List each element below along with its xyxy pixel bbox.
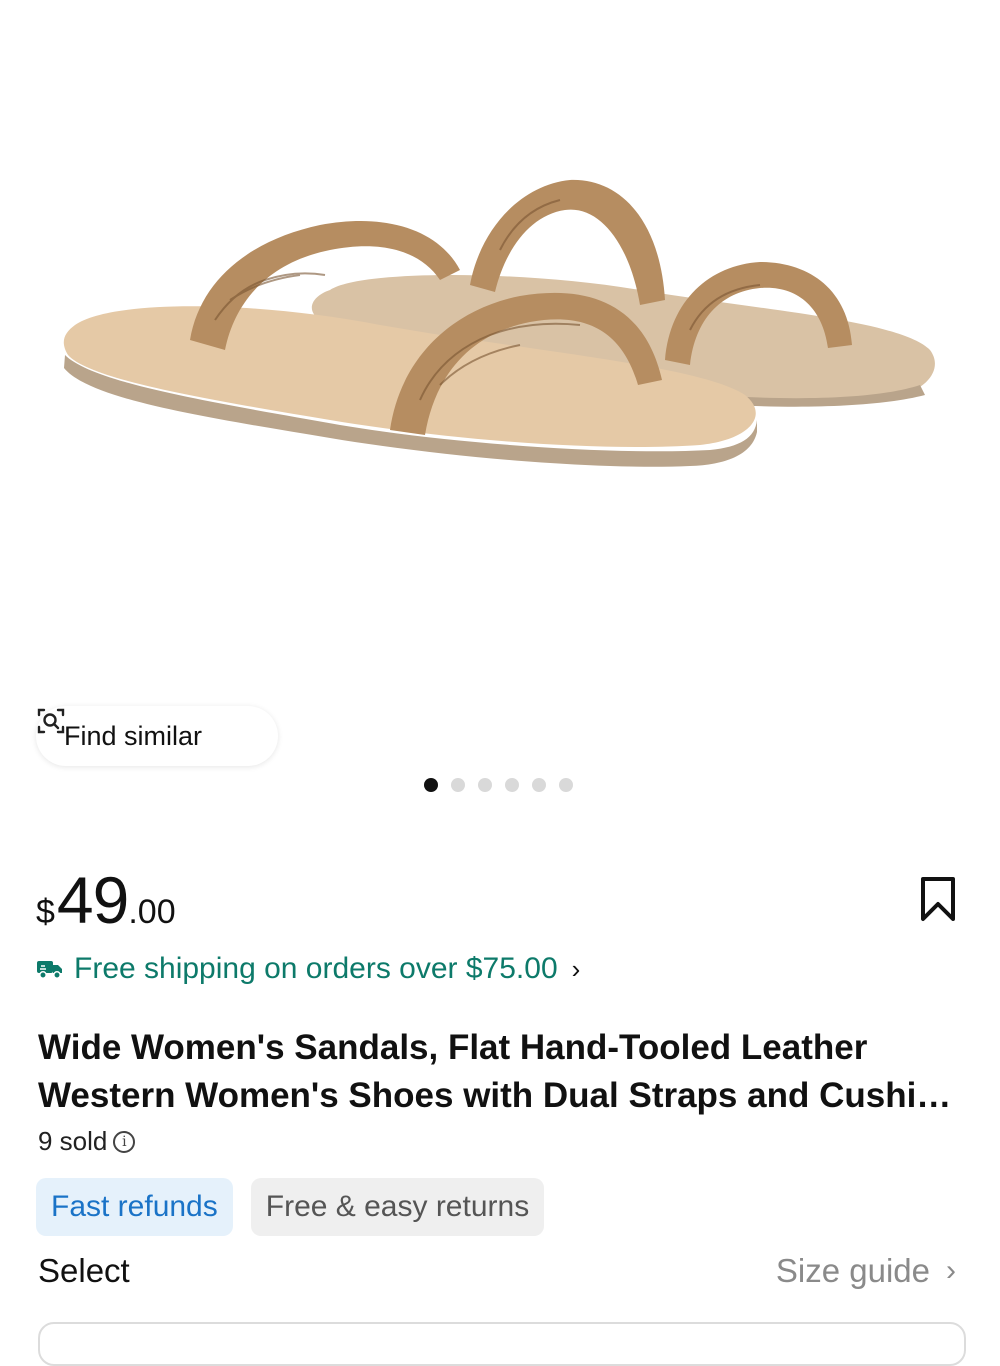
price-integer: 49 [56,863,129,937]
pagination-dot[interactable] [451,778,465,792]
chevron-right-icon: › [571,953,581,984]
price: $ 49 .00 [36,862,176,938]
sold-text: 9 sold [38,1126,108,1156]
shipping-info-link[interactable]: Free shipping on orders over $75.00 › [36,952,580,986]
truck-icon [37,961,62,979]
pagination-dot[interactable] [478,778,492,792]
sold-count: 9 sold i [38,1126,136,1157]
select-label: Select [38,1252,130,1289]
find-similar-button[interactable]: Find similar [36,706,278,766]
find-similar-label: Find similar [64,720,203,751]
chevron-right-icon: › [946,1254,956,1287]
bookmark-icon[interactable] [918,876,958,922]
size-guide-link[interactable]: Size guide › [776,1252,956,1290]
tag-fast-refunds[interactable]: Fast refunds [36,1178,233,1236]
shipping-text: Free shipping on orders over $75.00 [74,952,558,985]
product-image-gallery[interactable]: Find similar [0,0,1000,820]
product-title: Wide Women's Sandals, Flat Hand-Tooled L… [38,1028,952,1115]
pagination-dot[interactable] [424,778,438,792]
price-currency: $ [36,893,55,931]
info-icon[interactable]: i [113,1130,136,1153]
pagination-dot[interactable] [505,778,519,792]
size-option-box[interactable] [38,1322,966,1366]
pagination-dot[interactable] [532,778,546,792]
service-tags: Fast refunds Free & easy returns [36,1178,545,1236]
price-decimal: .00 [128,893,176,931]
pagination-dot[interactable] [559,778,573,792]
product-image [63,179,935,467]
size-guide-label: Size guide [775,1252,930,1289]
image-search-icon [37,708,65,734]
tag-free-returns[interactable]: Free & easy returns [250,1178,545,1236]
gallery-pagination [424,778,573,792]
